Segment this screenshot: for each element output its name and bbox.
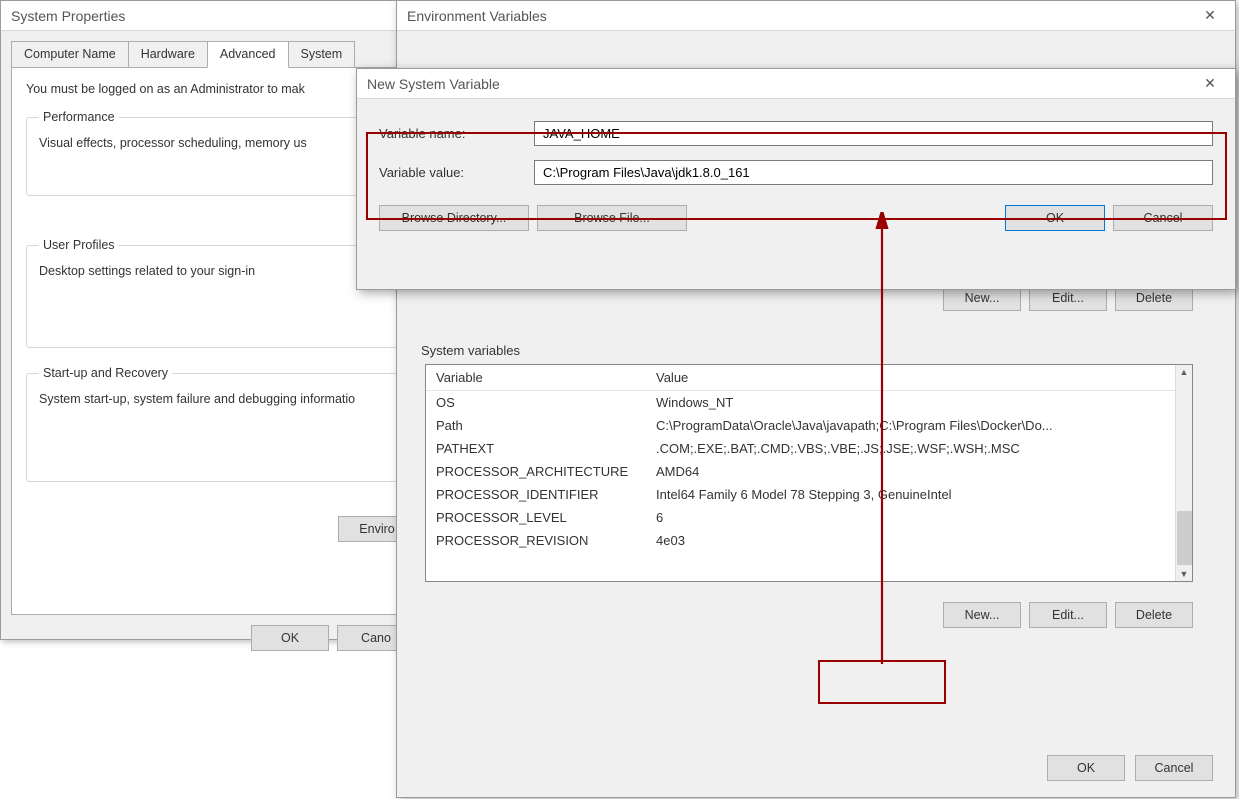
variable-name-input[interactable] [534,121,1213,146]
new-system-variable-dialog: New System Variable ✕ Variable name: Var… [356,68,1236,290]
legend-startup: Start-up and Recovery [39,366,172,380]
cell-value: C:\ProgramData\Oracle\Java\javapath;C:\P… [646,414,1175,437]
envvars-title: Environment Variables [407,8,547,24]
label-variable-value: Variable value: [379,165,534,180]
table-row[interactable]: PROCESSOR_LEVEL6 [426,506,1175,529]
cell-variable: PROCESSOR_REVISION [426,529,646,552]
table-row[interactable]: PROCESSOR_ARCHITECTUREAMD64 [426,460,1175,483]
desc-performance: Visual effects, processor scheduling, me… [39,136,391,150]
system-vars-new-button[interactable]: New... [943,602,1021,628]
close-icon[interactable]: ✕ [1191,4,1229,28]
system-variables-label: System variables [421,343,1213,358]
label-variable-name: Variable name: [379,126,534,141]
scrollbar[interactable]: ▲ ▼ [1175,365,1192,581]
variable-value-input[interactable] [534,160,1213,185]
admin-note: You must be logged on as an Administrato… [26,82,404,96]
col-value[interactable]: Value [646,365,1175,391]
cell-variable: PROCESSOR_ARCHITECTURE [426,460,646,483]
desc-startup: System start-up, system failure and debu… [39,392,391,406]
tab-system[interactable]: System [288,41,356,68]
envvars-titlebar: Environment Variables ✕ [397,1,1235,31]
sysprops-ok-button[interactable]: OK [251,625,329,651]
browse-directory-button[interactable]: Browse Directory... [379,205,529,231]
cell-value: .COM;.EXE;.BAT;.CMD;.VBS;.VBE;.JS;.JSE;.… [646,437,1175,460]
group-startup: Start-up and Recovery System start-up, s… [26,366,404,482]
nsv-cancel-button[interactable]: Cancel [1113,205,1213,231]
cell-value: 6 [646,506,1175,529]
cell-variable: PROCESSOR_IDENTIFIER [426,483,646,506]
nsv-ok-button[interactable]: OK [1005,205,1105,231]
tab-hardware[interactable]: Hardware [128,41,208,68]
row-variable-value: Variable value: [379,160,1213,185]
sysprops-titlebar: System Properties [1,1,429,31]
nsv-body: Variable name: Variable value: Browse Di… [357,99,1235,247]
cell-variable: PATHEXT [426,437,646,460]
table-row[interactable]: PathC:\ProgramData\Oracle\Java\javapath;… [426,414,1175,437]
tab-computer-name[interactable]: Computer Name [11,41,129,68]
scrollbar-thumb[interactable] [1177,511,1192,565]
system-vars-edit-button[interactable]: Edit... [1029,602,1107,628]
nsv-titlebar: New System Variable ✕ [357,69,1235,99]
sysprops-title: System Properties [11,8,125,24]
cell-value: Windows_NT [646,391,1175,415]
group-userprofiles: User Profiles Desktop settings related t… [26,238,404,348]
cell-variable: OS [426,391,646,415]
scroll-up-arrow-icon[interactable]: ▲ [1180,365,1189,379]
legend-userprofiles: User Profiles [39,238,119,252]
cell-value: AMD64 [646,460,1175,483]
table-row[interactable]: PROCESSOR_REVISION4e03 [426,529,1175,552]
table-row[interactable]: PROCESSOR_IDENTIFIERIntel64 Family 6 Mod… [426,483,1175,506]
envvars-cancel-button[interactable]: Cancel [1135,755,1213,781]
system-vars-delete-button[interactable]: Delete [1115,602,1193,628]
cell-variable: PROCESSOR_LEVEL [426,506,646,529]
system-variables-list[interactable]: Variable Value OSWindows_NTPathC:\Progra… [425,364,1193,582]
table-row[interactable]: OSWindows_NT [426,391,1175,415]
desc-userprofiles: Desktop settings related to your sign-in [39,264,391,278]
table-row[interactable]: PATHEXT.COM;.EXE;.BAT;.CMD;.VBS;.VBE;.JS… [426,437,1175,460]
legend-performance: Performance [39,110,119,124]
close-icon[interactable]: ✕ [1191,72,1229,96]
browse-file-button[interactable]: Browse File... [537,205,687,231]
scroll-down-arrow-icon[interactable]: ▼ [1180,567,1189,581]
group-performance: Performance Visual effects, processor sc… [26,110,404,196]
cell-value: 4e03 [646,529,1175,552]
cell-variable: Path [426,414,646,437]
col-variable[interactable]: Variable [426,365,646,391]
cell-value: Intel64 Family 6 Model 78 Stepping 3, Ge… [646,483,1175,506]
nsv-title: New System Variable [367,76,500,92]
tab-advanced[interactable]: Advanced [207,41,289,68]
system-variables-table: Variable Value OSWindows_NTPathC:\Progra… [426,365,1175,552]
envvars-ok-button[interactable]: OK [1047,755,1125,781]
sysprops-tabs: Computer Name Hardware Advanced System [11,41,419,68]
row-variable-name: Variable name: [379,121,1213,146]
